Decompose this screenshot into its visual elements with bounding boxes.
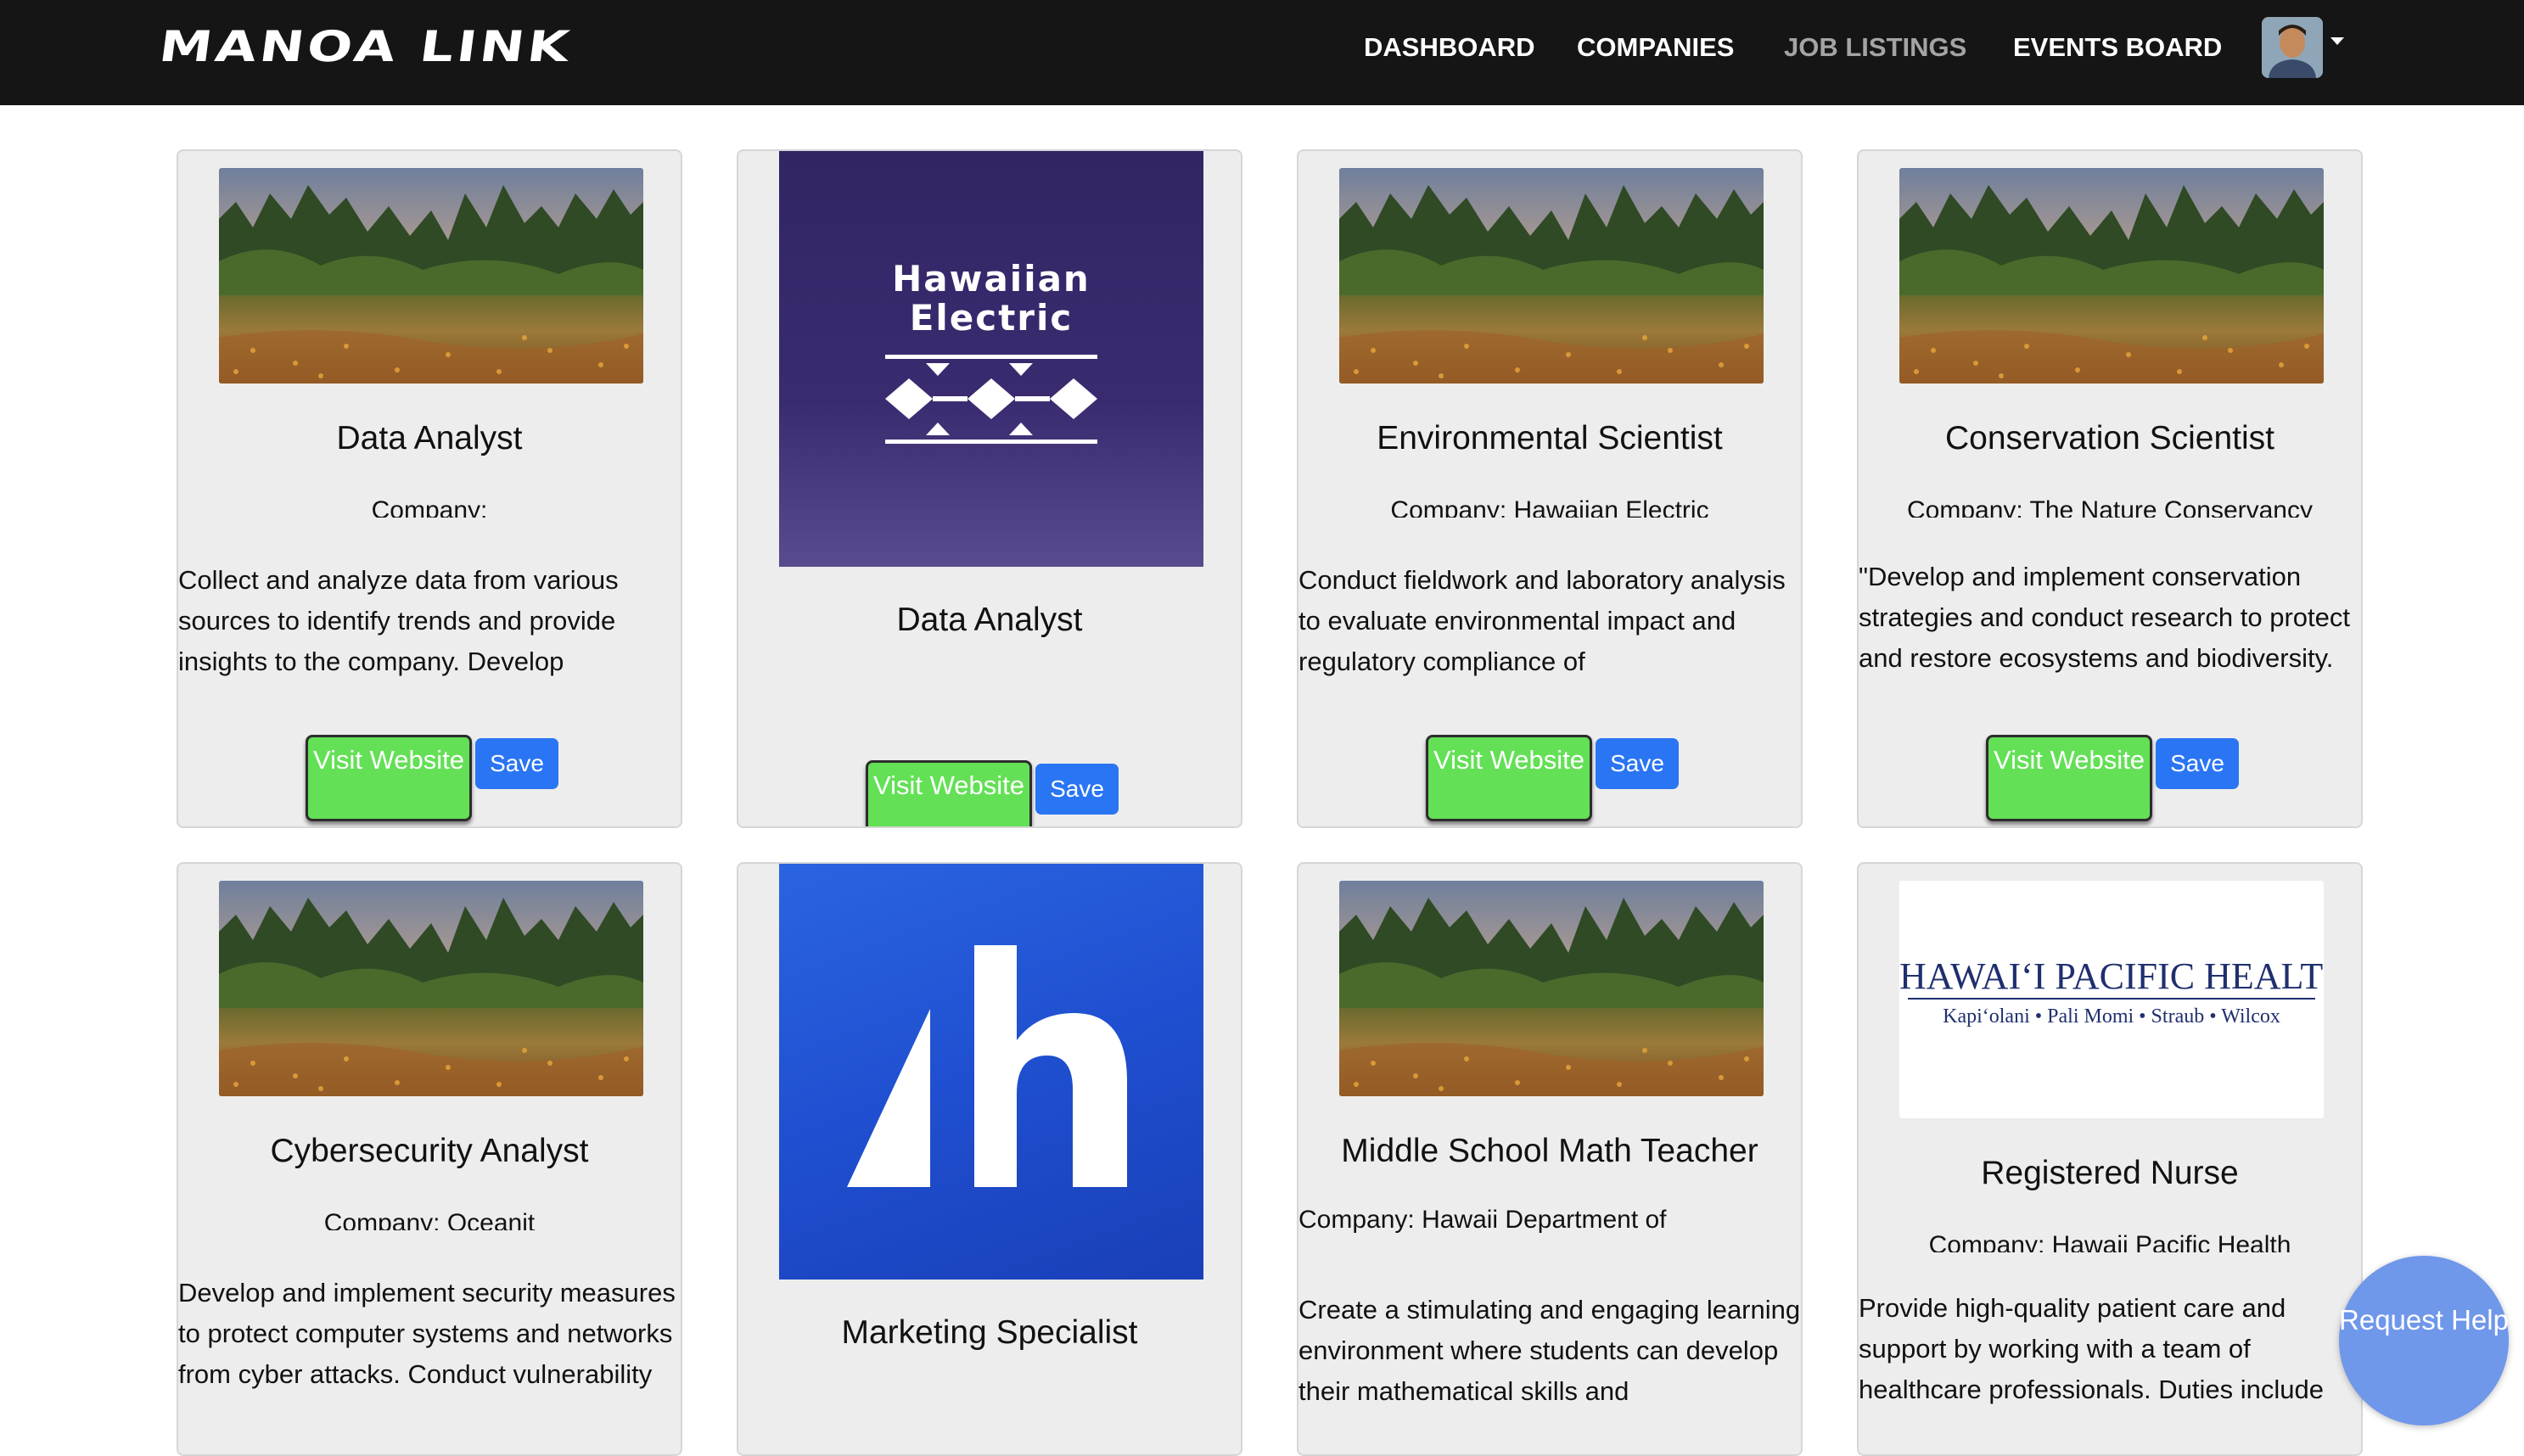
logo-divider bbox=[1908, 998, 2315, 1000]
job-company: Company: The Nature Conservancy bbox=[1906, 496, 2313, 518]
job-title: Registered Nurse bbox=[1981, 1155, 2239, 1191]
job-card: HAWAIʻI PACIFIC HEALTH Kapiʻolani • Pali… bbox=[1857, 862, 2363, 1456]
company-logo-hawaiian-electric: Hawaiian Electric bbox=[779, 151, 1203, 567]
job-card: Conservation Scientist Company: The Natu… bbox=[1857, 149, 2363, 828]
nav-events-board[interactable]: EVENTS BOARD bbox=[2013, 31, 2222, 64]
visit-website-button[interactable]: Visit Website bbox=[306, 735, 472, 821]
job-description: Create a stimulating and engaging learni… bbox=[1298, 1295, 1801, 1406]
job-company: Company: Hawaii Pacific Health bbox=[1928, 1231, 2291, 1252]
save-button[interactable]: Save bbox=[1596, 738, 1679, 789]
job-card: Data Analyst Company: Collect and analyz… bbox=[177, 149, 682, 828]
top-navbar: MANOA LINK DASHBOARD COMPANIES JOB LISTI… bbox=[0, 0, 2524, 105]
job-card: Middle School Math Teacher Company: Hawa… bbox=[1297, 862, 1803, 1456]
job-description: Provide high-quality patient care and su… bbox=[1859, 1293, 2324, 1404]
job-title: Marketing Specialist bbox=[841, 1314, 1138, 1351]
job-card: Marketing Specialist bbox=[737, 862, 1242, 1456]
brand-logo[interactable]: MANOA LINK bbox=[156, 19, 575, 75]
visit-website-button[interactable]: Visit Website bbox=[866, 760, 1032, 826]
job-title: Data Analyst bbox=[336, 420, 523, 456]
job-company: Company: Hawaii Department of bbox=[1298, 1206, 1667, 1234]
job-card: Cybersecurity Analyst Company: Oceanit D… bbox=[177, 862, 682, 1456]
job-description: Develop and implement security measures … bbox=[178, 1278, 676, 1389]
h-logo-icon bbox=[847, 945, 1127, 1187]
job-title: Environmental Scientist bbox=[1377, 420, 1723, 456]
visit-website-button[interactable]: Visit Website bbox=[1426, 735, 1592, 821]
job-company: Company: Oceanit bbox=[323, 1209, 536, 1230]
visit-website-button[interactable]: Visit Website bbox=[1986, 735, 2152, 821]
job-title: Cybersecurity Analyst bbox=[270, 1133, 589, 1169]
job-image bbox=[1899, 168, 2324, 384]
job-image bbox=[219, 168, 643, 384]
job-image bbox=[1339, 881, 1764, 1096]
user-avatar[interactable] bbox=[2262, 17, 2323, 78]
job-title: Data Analyst bbox=[896, 602, 1083, 638]
save-button[interactable]: Save bbox=[1035, 764, 1119, 815]
company-logo-hawaii-pacific-health: HAWAIʻI PACIFIC HEALTH Kapiʻolani • Pali… bbox=[1899, 881, 2324, 1118]
job-description: "Develop and implement conservation stra… bbox=[1859, 562, 2350, 673]
request-help-button[interactable]: Request Help bbox=[2339, 1256, 2509, 1425]
job-description: Conduct fieldwork and laboratory analysi… bbox=[1298, 565, 1786, 676]
nav-dashboard[interactable]: DASHBOARD bbox=[1364, 31, 1535, 64]
save-button[interactable]: Save bbox=[475, 738, 558, 789]
caret-down-icon[interactable] bbox=[2330, 37, 2344, 45]
job-image bbox=[219, 881, 643, 1096]
save-button[interactable]: Save bbox=[2156, 738, 2239, 789]
job-description: Collect and analyze data from various so… bbox=[178, 565, 619, 676]
hawaiian-electric-pattern-icon bbox=[885, 355, 1097, 444]
job-card: Hawaiian Electric Data Analyst Visit Web… bbox=[737, 149, 1242, 828]
job-company: Company: bbox=[371, 496, 488, 518]
job-company: Company: Hawaiian Electric bbox=[1390, 496, 1709, 518]
job-image bbox=[1339, 168, 1764, 384]
nav-companies[interactable]: COMPANIES bbox=[1577, 31, 1734, 64]
nav-job-listings[interactable]: JOB LISTINGS bbox=[1784, 31, 1966, 64]
company-logo-h bbox=[779, 864, 1203, 1280]
logo-title: HAWAIʻI PACIFIC HEALTH bbox=[1899, 955, 2324, 997]
logo-subtitle: Kapiʻolani • Pali Momi • Straub • Wilcox bbox=[1943, 1005, 2280, 1028]
job-title: Middle School Math Teacher bbox=[1341, 1133, 1758, 1169]
job-title: Conservation Scientist bbox=[1944, 420, 2275, 456]
job-card: Environmental Scientist Company: Hawaiia… bbox=[1297, 149, 1803, 828]
logo-text: Hawaiian Electric bbox=[892, 258, 1091, 339]
